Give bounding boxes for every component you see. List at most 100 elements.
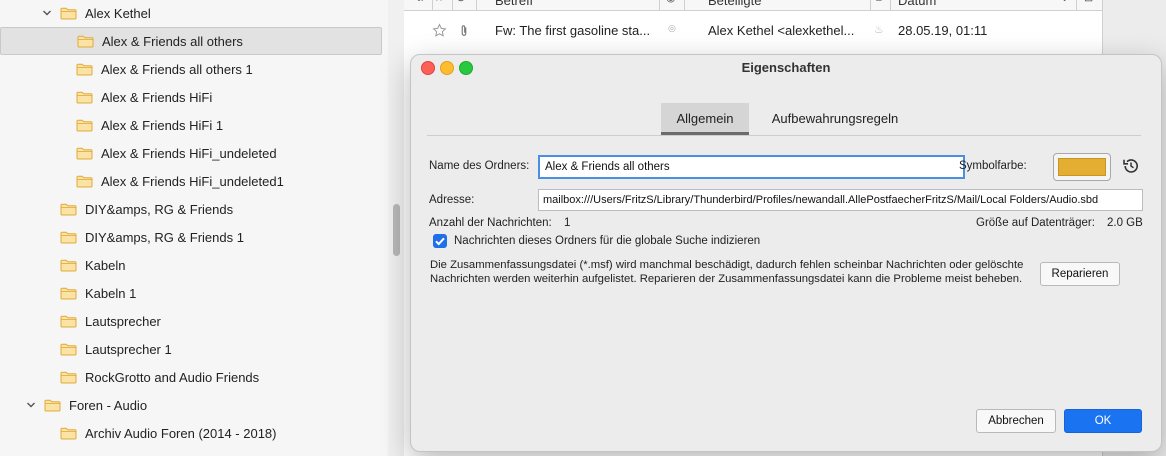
attachment-column-icon[interactable]: ⌀ bbox=[458, 0, 465, 4]
message-participants: Alex Kethel <alexkethel... bbox=[708, 23, 855, 38]
folder-item[interactable]: Kabeln 1 bbox=[0, 279, 382, 307]
column-date[interactable]: Datum bbox=[898, 0, 936, 8]
folder-icon bbox=[76, 119, 93, 131]
folder-label: DIY&amps, RG & Friends bbox=[85, 201, 234, 217]
column-picker-icon[interactable]: ⊞ bbox=[1084, 0, 1093, 4]
folder-icon bbox=[60, 343, 77, 355]
folder-label: RockGrotto and Audio Friends bbox=[85, 369, 260, 385]
folder-item[interactable]: Alex & Friends all others 1 bbox=[0, 55, 382, 83]
folder-label: Archiv Audio Foren (2014 - 2018) bbox=[85, 425, 277, 441]
tab-retention[interactable]: Aufbewahrungsregeln bbox=[761, 103, 909, 135]
star-icon[interactable] bbox=[432, 23, 447, 38]
thread-column-icon[interactable]: ⇵ bbox=[416, 0, 425, 4]
column-subject[interactable]: Betreff bbox=[495, 0, 533, 8]
folder-item[interactable]: Alex & Friends HiFi bbox=[0, 83, 382, 111]
message-subject: Fw: The first gasoline sta... bbox=[495, 23, 651, 38]
folder-item[interactable]: Alex & Friends all others bbox=[0, 27, 382, 55]
folder-icon bbox=[60, 427, 77, 439]
read-status-icon[interactable]: ◎ bbox=[668, 23, 676, 34]
folder-label: Alex & Friends HiFi_undeleted1 bbox=[101, 173, 284, 189]
folder-icon bbox=[76, 175, 93, 187]
message-list-header: ⇵ ☆ ⌀ Betreff ◉ Beteiligte ♨ Datum ⌄ ⊞ bbox=[404, 0, 1102, 11]
folder-label: Alex & Friends HiFi_undeleted bbox=[101, 145, 277, 161]
column-participants[interactable]: Beteiligte bbox=[708, 0, 761, 8]
junk-column-icon[interactable]: ♨ bbox=[874, 0, 884, 4]
repair-button[interactable]: Reparieren bbox=[1040, 262, 1120, 286]
chevron-down-icon[interactable] bbox=[24, 398, 38, 412]
folder-item[interactable]: DIY&amps, RG & Friends 1 bbox=[0, 223, 382, 251]
folder-label: Kabeln bbox=[85, 257, 126, 273]
properties-dialog: Eigenschaften Allgemein Aufbewahrungsreg… bbox=[410, 54, 1162, 452]
folder-icon bbox=[60, 315, 77, 327]
message-count-label: Anzahl der Nachrichten: bbox=[429, 217, 552, 229]
disk-size-value: 2.0 GB bbox=[1107, 217, 1143, 229]
folder-icon bbox=[76, 91, 93, 103]
checkmark-icon bbox=[435, 237, 445, 246]
folder-tree-scrollbar-thumb[interactable] bbox=[393, 204, 400, 256]
message-row[interactable]: Fw: The first gasoline sta... ◎ Alex Ket… bbox=[404, 18, 1102, 44]
folder-item[interactable]: Alex & Friends HiFi 1 bbox=[0, 111, 382, 139]
folder-item[interactable]: Lautsprecher bbox=[0, 307, 382, 335]
sort-chevron-down-icon[interactable]: ⌄ bbox=[1060, 0, 1069, 4]
disk-size-label: Größe auf Datenträger: bbox=[976, 217, 1095, 229]
folder-icon bbox=[76, 63, 93, 75]
tab-general[interactable]: Allgemein bbox=[661, 103, 749, 135]
folder-label: DIY&amps, RG & Friends 1 bbox=[85, 229, 244, 245]
folder-name-input[interactable] bbox=[538, 155, 965, 179]
message-date: 28.05.19, 01:11 bbox=[898, 23, 988, 38]
index-checkbox[interactable] bbox=[433, 234, 447, 248]
summary-file-explanation: Die Zusammenfassungsdatei (*.msf) wird m… bbox=[430, 259, 1024, 285]
address-field[interactable] bbox=[538, 189, 1143, 211]
folder-icon bbox=[77, 35, 94, 47]
folder-icon bbox=[60, 231, 77, 243]
ok-button[interactable]: OK bbox=[1064, 409, 1142, 433]
folder-tree[interactable]: Alex Kethel Alex & Friends all others Alex… bbox=[0, 0, 389, 456]
star-column-icon[interactable]: ☆ bbox=[434, 0, 444, 4]
chevron-down-icon[interactable] bbox=[40, 6, 54, 20]
folder-item[interactable]: Alex & Friends HiFi_undeleted1 bbox=[0, 167, 382, 195]
folder-label: Foren - Audio bbox=[69, 397, 148, 413]
attachment-icon bbox=[461, 25, 467, 36]
read-column-icon[interactable]: ◉ bbox=[666, 0, 676, 4]
dialog-tabs: Allgemein Aufbewahrungsregeln bbox=[427, 103, 1141, 136]
folder-label: Alex & Friends all others bbox=[102, 33, 243, 49]
symbol-color-picker[interactable] bbox=[1053, 153, 1111, 181]
folder-item[interactable]: Alex Kethel bbox=[0, 0, 382, 27]
junk-status-icon[interactable]: ♨ bbox=[874, 23, 884, 36]
folder-icon bbox=[60, 203, 77, 215]
index-checkbox-label[interactable]: Nachrichten dieses Ordners für die globa… bbox=[454, 235, 760, 247]
folder-item[interactable]: Alex & Friends HiFi_undeleted bbox=[0, 139, 382, 167]
folder-label: Lautsprecher bbox=[85, 313, 161, 329]
folder-icon bbox=[60, 7, 77, 19]
cancel-button[interactable]: Abbrechen bbox=[976, 409, 1056, 433]
message-count-value: 1 bbox=[564, 217, 571, 229]
folder-item[interactable]: Foren - Audio bbox=[0, 391, 382, 419]
folder-name-label: Name des Ordners: bbox=[429, 160, 530, 172]
dialog-title: Eigenschaften bbox=[741, 60, 831, 75]
folder-item[interactable]: DIY&amps, RG & Friends bbox=[0, 195, 382, 223]
symbol-color-label: Symbolfarbe: bbox=[959, 160, 1027, 172]
folder-label: Lautsprecher 1 bbox=[85, 341, 172, 357]
folder-item[interactable]: Kabeln bbox=[0, 251, 382, 279]
folder-icon bbox=[76, 147, 93, 159]
folder-item[interactable]: Archiv Audio Foren (2014 - 2018) bbox=[0, 419, 382, 447]
folder-item[interactable]: RockGrotto and Audio Friends bbox=[0, 363, 382, 391]
address-label: Adresse: bbox=[429, 194, 475, 206]
folder-label: Alex Kethel bbox=[85, 5, 151, 21]
dialog-titlebar[interactable]: Eigenschaften bbox=[411, 55, 1161, 81]
folder-item[interactable]: Lautsprecher 1 bbox=[0, 335, 382, 363]
reset-color-icon[interactable] bbox=[1121, 156, 1141, 176]
